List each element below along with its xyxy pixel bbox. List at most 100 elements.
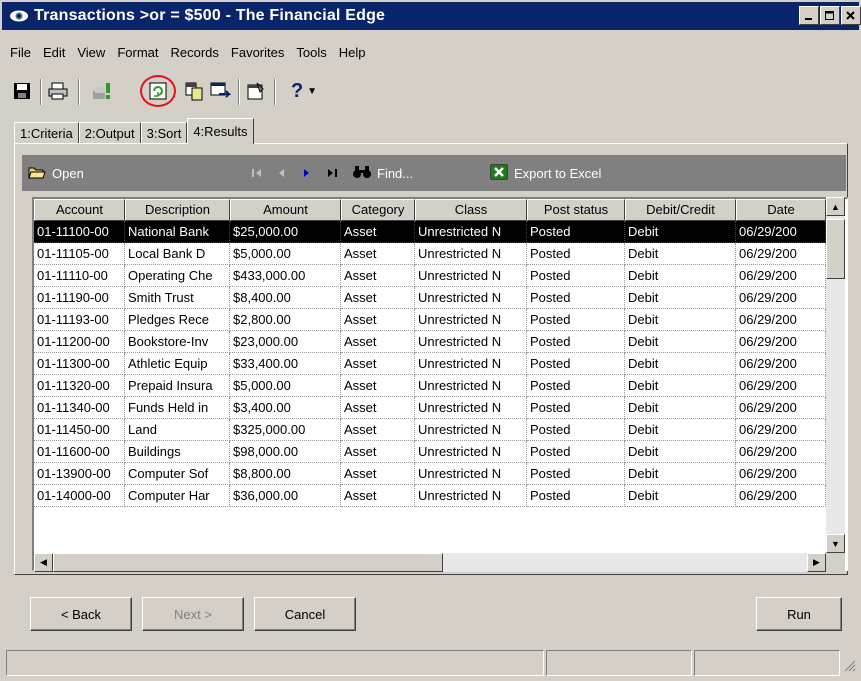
table-cell: 01-11193-00 [34, 309, 125, 331]
menu-format[interactable]: Format [111, 43, 164, 63]
table-cell: Unrestricted N [415, 331, 527, 353]
table-cell: $325,000.00 [230, 419, 341, 441]
table-cell: Unrestricted N [415, 265, 527, 287]
scrollbar-corner [826, 553, 845, 572]
table-row[interactable]: 01-11200-00 Bookstore-Inv $23,000.00 Ass… [34, 331, 826, 353]
next-record-icon [304, 169, 309, 177]
export-to-excel-button[interactable]: Export to Excel [490, 155, 601, 191]
tab-strip: 1:Criteria 2:Output 3:Sort 4:Results [14, 118, 254, 144]
table-cell: $5,000.00 [230, 375, 341, 397]
menu-favorites[interactable]: Favorites [225, 43, 290, 63]
table-cell: 01-11320-00 [34, 375, 125, 397]
vertical-scroll-thumb[interactable] [826, 219, 845, 279]
cancel-button[interactable]: Cancel [254, 597, 356, 631]
table-row[interactable]: 01-14000-00 Computer Har $36,000.00 Asse… [34, 485, 826, 507]
column-header-account[interactable]: Account [34, 199, 125, 221]
column-header-date[interactable]: Date [736, 199, 826, 221]
copy-icon[interactable] [182, 79, 206, 103]
table-cell: Debit [625, 485, 736, 507]
scroll-down-button[interactable]: ▼ [826, 534, 845, 553]
table-cell: Asset [341, 441, 415, 463]
table-cell: 06/29/200 [736, 375, 826, 397]
menu-tools[interactable]: Tools [290, 43, 332, 63]
scroll-up-button[interactable]: ▲ [826, 197, 845, 216]
help-dropdown-button[interactable]: ? ▼ [284, 79, 324, 103]
maximize-button[interactable] [820, 6, 840, 25]
title-bar[interactable]: Transactions >or = $500 - The Financial … [2, 2, 861, 30]
window-title: Transactions >or = $500 - The Financial … [34, 7, 386, 24]
first-record-button[interactable] [250, 155, 264, 191]
column-header-debit-credit[interactable]: Debit/Credit [625, 199, 736, 221]
table-cell: $23,000.00 [230, 331, 341, 353]
table-cell: Asset [341, 375, 415, 397]
menu-edit[interactable]: Edit [37, 43, 71, 63]
export-icon[interactable] [208, 79, 232, 103]
menu-bar: File Edit View Format Records Favorites … [4, 43, 371, 63]
table-cell: 06/29/200 [736, 485, 826, 507]
table-row[interactable]: 01-11105-00 Local Bank D $5,000.00 Asset… [34, 243, 826, 265]
tab-results[interactable]: 4:Results [187, 118, 254, 144]
table-cell: Asset [341, 397, 415, 419]
horizontal-scroll-thumb[interactable] [53, 553, 443, 572]
column-header-category[interactable]: Category [341, 199, 415, 221]
vertical-scrollbar[interactable]: ▲ ▼ [826, 197, 845, 555]
column-header-post-status[interactable]: Post status [527, 199, 625, 221]
table-row[interactable]: 01-11320-00 Prepaid Insura $5,000.00 Ass… [34, 375, 826, 397]
properties-icon[interactable] [244, 79, 268, 103]
table-row[interactable]: 01-11110-00 Operating Che $433,000.00 As… [34, 265, 826, 287]
tab-sort-label: 3:Sort [146, 126, 182, 141]
tab-output[interactable]: 2:Output [78, 122, 141, 144]
close-button[interactable] [841, 6, 861, 25]
table-cell: $25,000.00 [230, 221, 341, 243]
criteria-icon[interactable] [92, 79, 116, 103]
table-cell: 01-11105-00 [34, 243, 125, 265]
table-row[interactable]: 01-11190-00 Smith Trust $8,400.00 Asset … [34, 287, 826, 309]
scroll-right-button[interactable]: ▶ [807, 553, 826, 572]
table-cell: National Bank [125, 221, 230, 243]
last-record-button[interactable] [326, 155, 340, 191]
table-cell: Debit [625, 441, 736, 463]
table-cell: Asset [341, 485, 415, 507]
table-cell: Asset [341, 353, 415, 375]
open-button[interactable]: Open [28, 155, 84, 191]
print-icon[interactable] [46, 79, 70, 103]
horizontal-scrollbar[interactable]: ◀ ▶ [34, 553, 826, 572]
tab-sort[interactable]: 3:Sort [140, 122, 188, 144]
table-row[interactable]: 01-11193-00 Pledges Rece $2,800.00 Asset… [34, 309, 826, 331]
resize-grip-icon[interactable] [842, 658, 856, 675]
menu-view[interactable]: View [71, 43, 111, 63]
table-row[interactable]: 01-11340-00 Funds Held in $3,400.00 Asse… [34, 397, 826, 419]
column-header-class[interactable]: Class [415, 199, 527, 221]
column-header-description[interactable]: Description [125, 199, 230, 221]
table-cell: Asset [341, 419, 415, 441]
menu-help[interactable]: Help [333, 43, 372, 63]
table-row[interactable]: 01-11300-00 Athletic Equip $33,400.00 As… [34, 353, 826, 375]
table-row-selected[interactable]: 01-11100-00 National Bank $25,000.00 Ass… [34, 221, 826, 243]
previous-record-button[interactable] [276, 155, 286, 191]
first-record-icon [252, 169, 261, 177]
minimize-button[interactable] [799, 6, 819, 25]
results-grid[interactable]: Account Description Amount Category Clas… [32, 197, 848, 571]
save-icon[interactable] [10, 79, 34, 103]
column-header-amount[interactable]: Amount [230, 199, 341, 221]
next-record-button[interactable] [302, 155, 312, 191]
table-row[interactable]: 01-13900-00 Computer Sof $8,800.00 Asset… [34, 463, 826, 485]
table-cell: Asset [341, 265, 415, 287]
run-button[interactable]: Run [756, 597, 842, 631]
menu-records[interactable]: Records [164, 43, 224, 63]
menu-file[interactable]: File [4, 43, 37, 63]
highlight-circle [140, 75, 176, 107]
table-cell: Bookstore-Inv [125, 331, 230, 353]
table-cell: Land [125, 419, 230, 441]
table-cell: Unrestricted N [415, 287, 527, 309]
table-row[interactable]: 01-11450-00 Land $325,000.00 Asset Unres… [34, 419, 826, 441]
table-cell: Posted [527, 375, 625, 397]
find-button[interactable]: Find... [352, 155, 413, 191]
next-button[interactable]: Next > [142, 597, 244, 631]
table-row[interactable]: 01-11600-00 Buildings $98,000.00 Asset U… [34, 441, 826, 463]
tab-criteria[interactable]: 1:Criteria [14, 122, 79, 144]
scroll-left-button[interactable]: ◀ [34, 553, 53, 572]
table-cell: 06/29/200 [736, 287, 826, 309]
back-button[interactable]: < Back [30, 597, 132, 631]
table-cell: $3,400.00 [230, 397, 341, 419]
